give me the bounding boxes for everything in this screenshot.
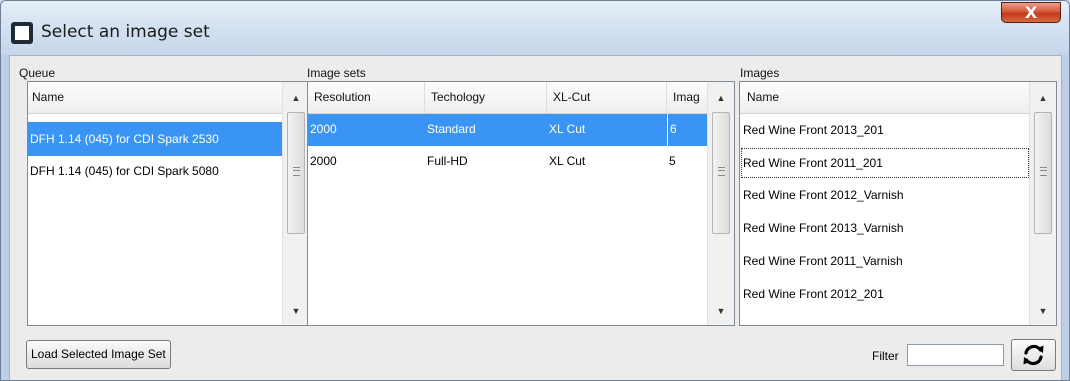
column-technology[interactable]: Techology <box>425 82 547 113</box>
queue-item-name: DFH 1.14 (045) for CDI Spark 2530 <box>30 132 219 146</box>
image-set-row[interactable]: 2000 Full-HD XL Cut 5 <box>308 146 708 178</box>
image-list-item[interactable]: Red Wine Front 2011_Varnish <box>740 245 1030 277</box>
queue-scrollbar[interactable]: ▲ ▼ <box>282 82 309 325</box>
image-item-name: Red Wine Front 2012_201 <box>743 286 884 301</box>
cell-images: 6 <box>667 114 708 146</box>
column-xl-cut[interactable]: XL-Cut <box>547 82 667 113</box>
image-set-row[interactable]: 2000 Standard XL Cut 6 <box>308 114 708 146</box>
queue-header: Name <box>28 82 283 114</box>
image-list-item[interactable]: Red Wine Front 2012_201 <box>740 278 1030 310</box>
cell-resolution: 2000 <box>310 154 337 168</box>
cell-xl-cut: XL Cut <box>549 154 586 168</box>
grip-icon <box>718 167 725 176</box>
scroll-up-arrow-icon[interactable]: ▲ <box>1030 86 1056 110</box>
queue-item[interactable]: DFH 1.14 (045) for CDI Spark 5080 <box>28 156 283 188</box>
image-sets-scrollbar[interactable]: ▲ ▼ <box>707 82 734 325</box>
queue-label: Queue <box>19 66 56 80</box>
scroll-thumb[interactable] <box>1034 112 1052 234</box>
cell-technology: Full-HD <box>427 154 468 168</box>
filter-input[interactable] <box>907 344 1004 366</box>
dialog-body: Queue Name DFH 1.14 (045) for CDI Spark … <box>9 55 1062 380</box>
images-header-name[interactable]: Name <box>740 82 1030 113</box>
images-list[interactable]: Name Red Wine Front 2013_201 Red Wine Fro… <box>739 81 1057 326</box>
images-header: Name <box>740 82 1030 114</box>
scroll-up-arrow-icon[interactable]: ▲ <box>283 86 309 110</box>
grid-window-icon <box>11 22 33 44</box>
refresh-button[interactable] <box>1011 339 1056 371</box>
scroll-down-arrow-icon[interactable]: ▼ <box>1030 299 1056 323</box>
scroll-thumb[interactable] <box>287 112 305 234</box>
column-images[interactable]: Imag <box>667 82 708 113</box>
images-label: Images <box>740 66 780 80</box>
filter-label: Filter <box>872 349 899 363</box>
dialog-window: Select an image set X Queue Name DFH 1.1… <box>0 0 1070 381</box>
close-button[interactable]: X <box>1001 2 1061 23</box>
column-resolution[interactable]: Resolution <box>308 82 425 113</box>
image-item-name: Red Wine Front 2011_Varnish <box>743 253 903 268</box>
image-list-item[interactable]: Red Wine Front 2013_Varnish <box>740 212 1030 244</box>
image-item-name: Red Wine Front 2013_201 <box>743 123 884 137</box>
grip-icon <box>293 167 300 176</box>
cell-technology: Standard <box>427 122 476 136</box>
load-selected-image-set-button[interactable]: Load Selected Image Set <box>26 340 171 369</box>
image-sets-label: Image sets <box>307 66 366 80</box>
scroll-thumb[interactable] <box>712 112 730 234</box>
cell-images: 5 <box>669 154 676 168</box>
window-title: Select an image set <box>41 22 210 42</box>
scroll-down-arrow-icon[interactable]: ▼ <box>283 299 309 323</box>
image-sets-table[interactable]: Resolution Techology XL-Cut Imag 2000 Sta… <box>307 81 735 326</box>
queue-header-name[interactable]: Name <box>28 82 283 113</box>
image-list-item[interactable]: Red Wine Front 2011_201 <box>740 147 1030 179</box>
refresh-icon <box>1023 344 1044 366</box>
scroll-down-arrow-icon[interactable]: ▼ <box>708 299 734 323</box>
image-item-name: Red Wine Front 2012_Varnish <box>743 188 904 203</box>
cell-xl-cut: XL Cut <box>549 122 586 136</box>
image-list-item[interactable]: Red Wine Front 2013_201 <box>740 114 1030 146</box>
images-scrollbar[interactable]: ▲ ▼ <box>1029 82 1056 325</box>
image-sets-header: Resolution Techology XL-Cut Imag <box>308 82 708 114</box>
queue-list[interactable]: Name DFH 1.14 (045) for CDI Spark 2530 DF… <box>27 81 310 326</box>
cell-resolution: 2000 <box>310 122 337 136</box>
image-item-name: Red Wine Front 2013_Varnish <box>743 221 904 236</box>
queue-item[interactable]: DFH 1.14 (045) for CDI Spark 2530 <box>28 122 283 156</box>
image-list-item[interactable]: Red Wine Front 2012_Varnish <box>740 179 1030 211</box>
queue-item-name: DFH 1.14 (045) for CDI Spark 5080 <box>30 164 219 178</box>
title-bar[interactable]: Select an image set X <box>1 1 1069 55</box>
grip-icon <box>1040 167 1047 176</box>
scroll-up-arrow-icon[interactable]: ▲ <box>708 86 734 110</box>
image-item-name: Red Wine Front 2011_201 <box>743 155 883 170</box>
